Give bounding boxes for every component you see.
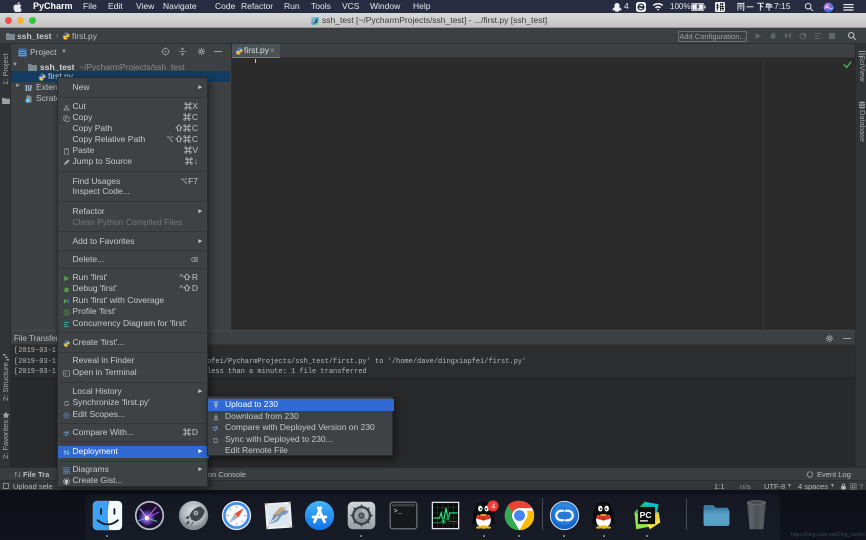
svg-text:>_: >_ [394, 508, 403, 516]
svg-text:4: 4 [491, 502, 496, 511]
svg-text:PC: PC [640, 510, 652, 520]
